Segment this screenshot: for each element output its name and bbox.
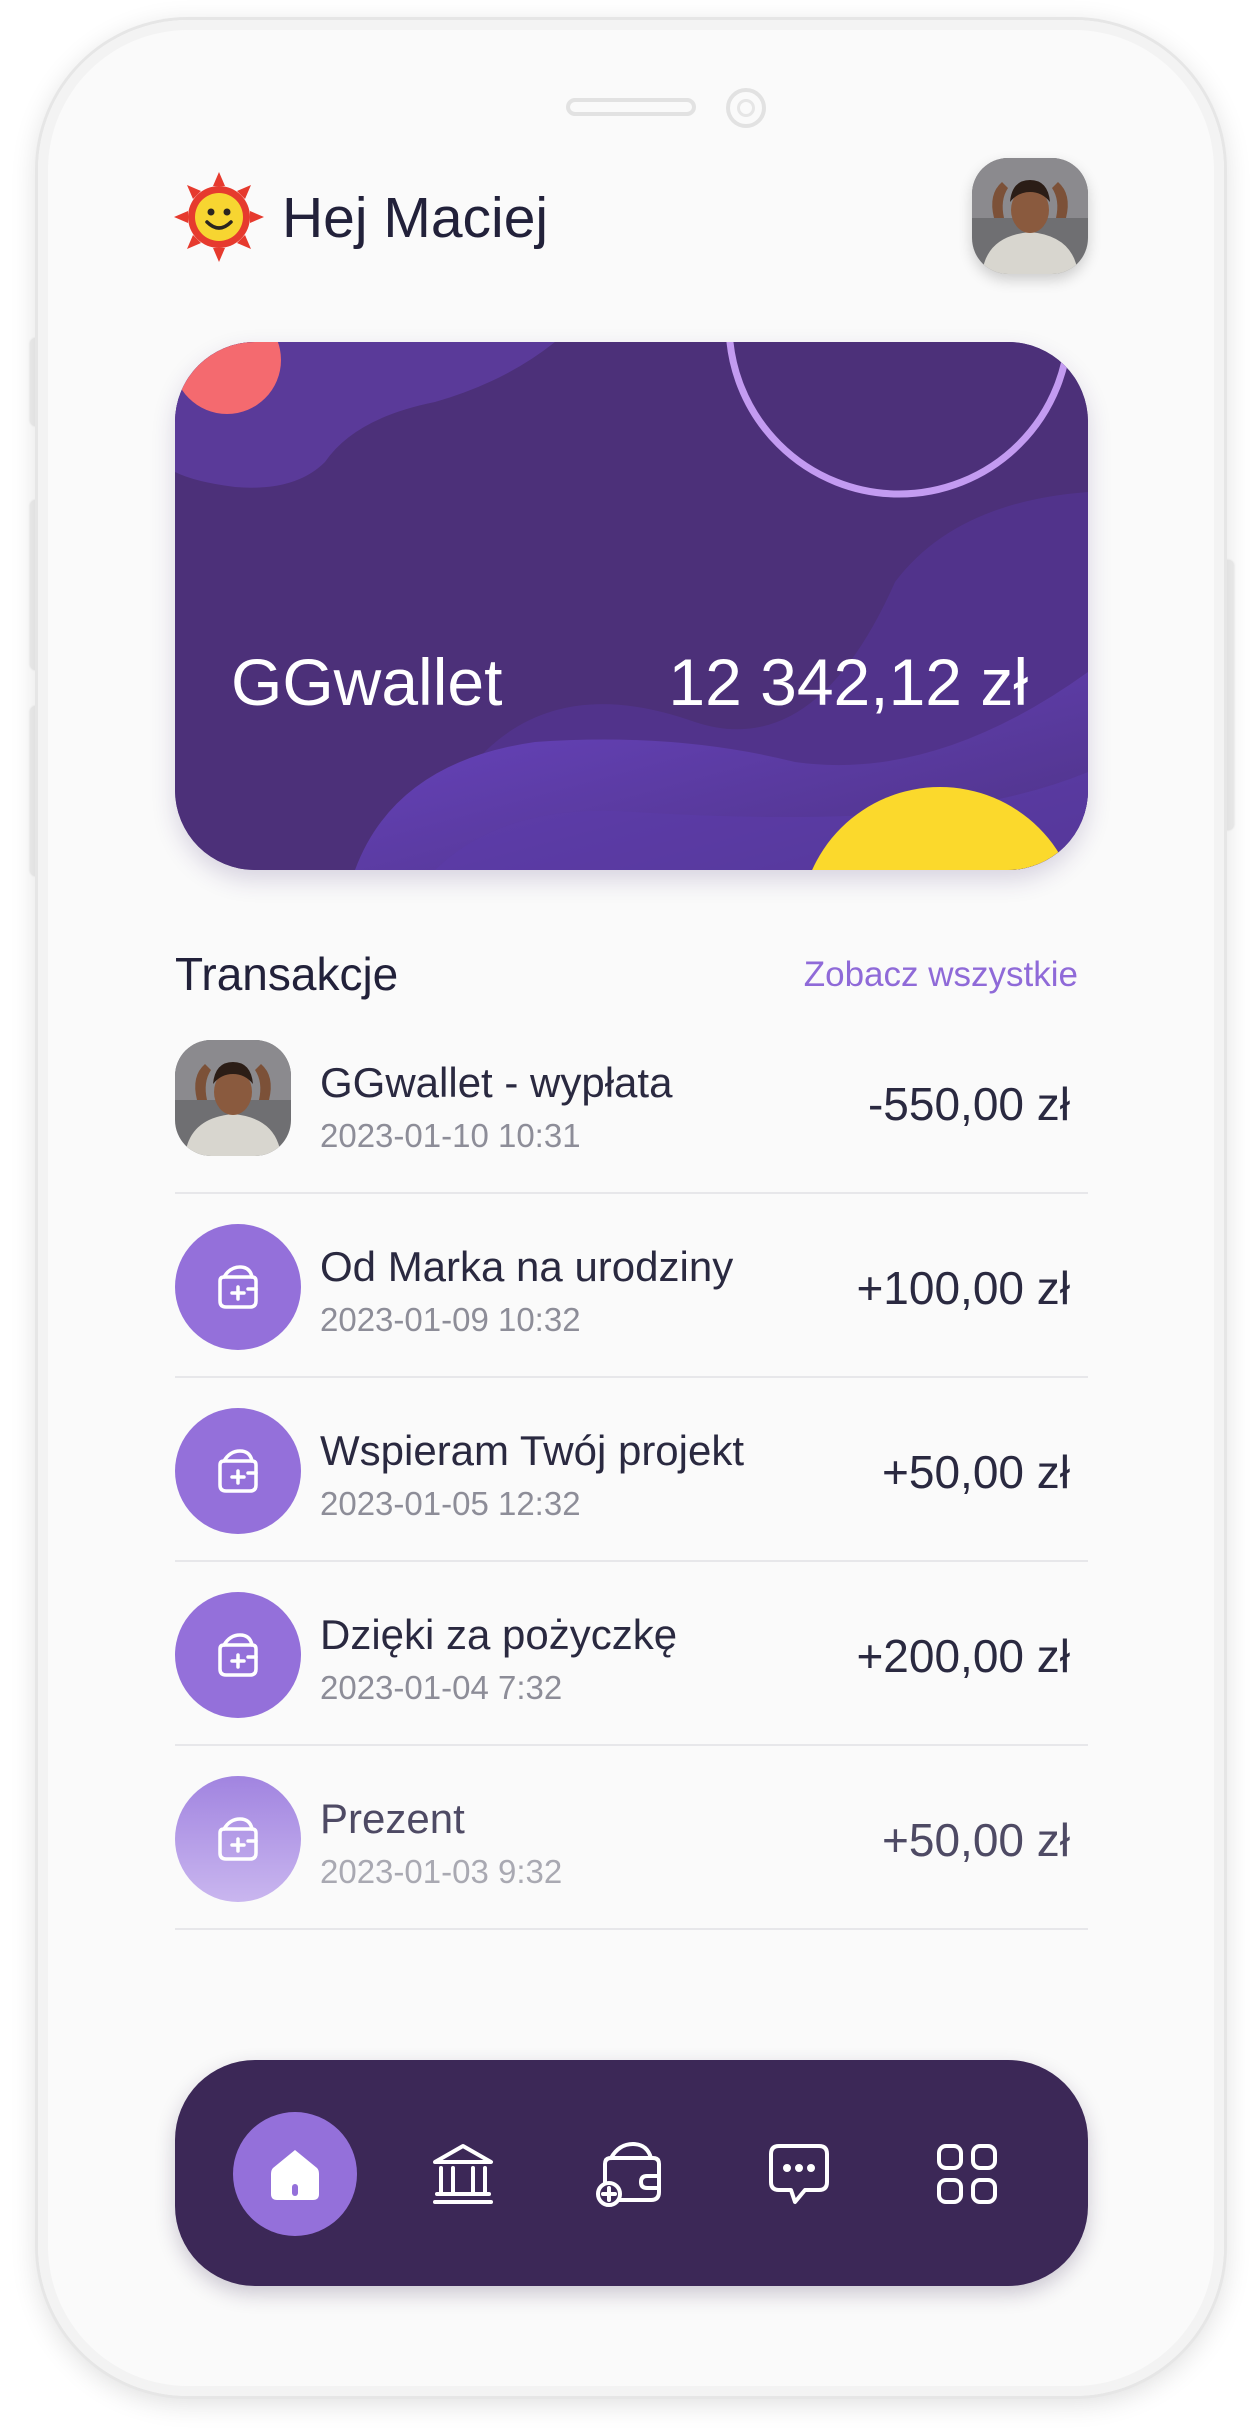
- sun-smiley-icon: [172, 170, 266, 264]
- bottom-navigation: [175, 2060, 1088, 2286]
- nav-apps[interactable]: [905, 2112, 1029, 2236]
- bank-icon: [433, 2144, 493, 2204]
- wallet-add-icon: [175, 1408, 301, 1534]
- wallet-card[interactable]: GGwallet 12 342,12 zł: [175, 342, 1088, 870]
- user-avatar: [175, 1040, 291, 1156]
- chat-icon: [769, 2144, 829, 2204]
- transaction-amount: +50,00 zł: [882, 1446, 1070, 1498]
- grid-icon: [937, 2144, 997, 2204]
- transaction-date: 2023-01-03 9:32: [320, 1853, 563, 1890]
- transaction-title: Od Marka na urodziny: [320, 1243, 734, 1290]
- transaction-row[interactable]: Dzięki za pożyczkę 2023-01-04 7:32 +200,…: [175, 1564, 1088, 1746]
- home-icon: [271, 2150, 319, 2200]
- speaker: [566, 98, 696, 116]
- transaction-row[interactable]: Prezent 2023-01-03 9:32 +50,00 zł: [175, 1748, 1088, 1930]
- transaction-amount: +50,00 zł: [882, 1814, 1070, 1866]
- transaction-row[interactable]: Od Marka na urodziny 2023-01-09 10:32 +1…: [175, 1196, 1088, 1378]
- transaction-amount: +100,00 zł: [856, 1262, 1070, 1314]
- see-all-link[interactable]: Zobacz wszystkie: [804, 952, 1078, 998]
- wallet-add-icon: [175, 1592, 301, 1718]
- wallet-icon: [596, 2142, 661, 2207]
- wallet-add-icon: [175, 1224, 301, 1350]
- transaction-title: Prezent: [320, 1795, 465, 1842]
- nav-bank[interactable]: [401, 2112, 525, 2236]
- nav-wallet[interactable]: [569, 2112, 693, 2236]
- transaction-title: GGwallet - wypłata: [320, 1059, 673, 1106]
- transactions-title: Transakcje: [175, 948, 399, 1000]
- user-avatar[interactable]: [972, 158, 1088, 274]
- transaction-date: 2023-01-05 12:32: [320, 1485, 581, 1522]
- nav-home[interactable]: [233, 2112, 357, 2236]
- nav-messages[interactable]: [737, 2112, 861, 2236]
- transaction-row[interactable]: GGwallet - wypłata 2023-01-10 10:31 -550…: [175, 1012, 1088, 1194]
- transaction-title: Wspieram Twój projekt: [320, 1427, 745, 1474]
- transaction-date: 2023-01-09 10:32: [320, 1301, 581, 1338]
- transaction-date: 2023-01-10 10:31: [320, 1117, 581, 1154]
- transaction-amount: -550,00 zł: [867, 1078, 1070, 1130]
- transaction-amount: +200,00 zł: [856, 1630, 1070, 1682]
- transaction-row[interactable]: Wspieram Twój projekt 2023-01-05 12:32 +…: [175, 1380, 1088, 1562]
- front-camera: [726, 88, 766, 128]
- card-balance: 12 342,12 zł: [668, 645, 1028, 719]
- card-name: GGwallet: [231, 645, 503, 719]
- greeting-title: Hej Maciej: [282, 186, 549, 250]
- transaction-date: 2023-01-04 7:32: [320, 1669, 563, 1706]
- transaction-title: Dzięki za pożyczkę: [320, 1611, 678, 1658]
- wallet-add-icon: [175, 1776, 301, 1902]
